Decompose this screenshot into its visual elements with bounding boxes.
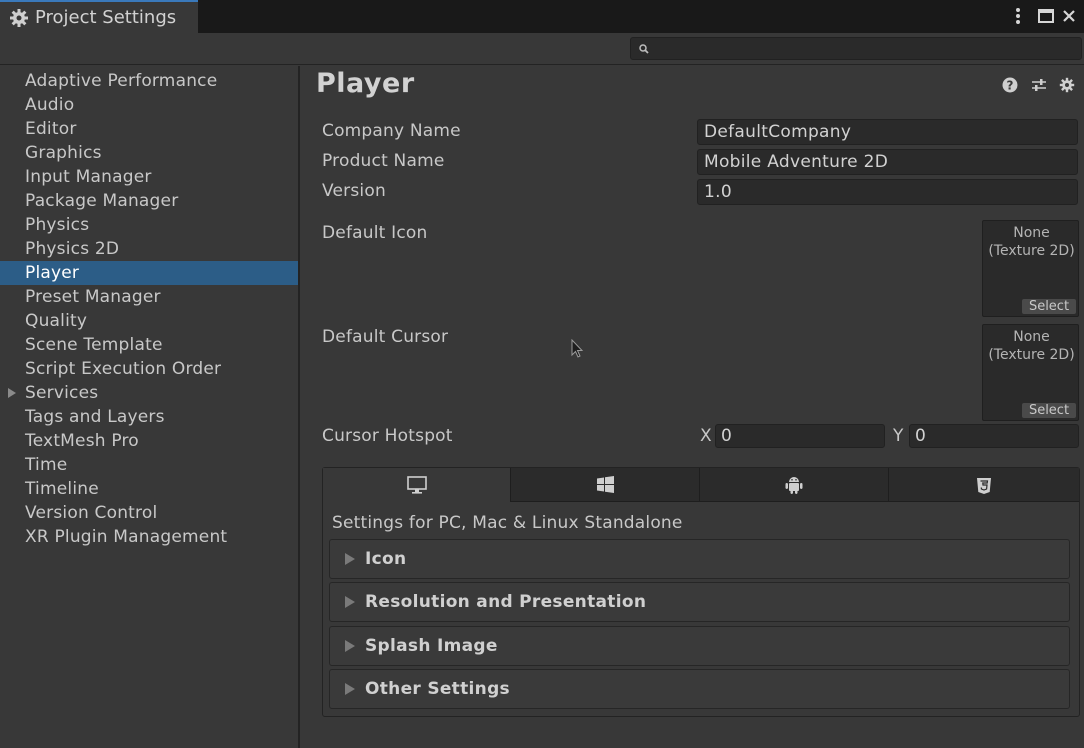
page-title: Player: [316, 68, 415, 99]
sidebar-item-version-control[interactable]: Version Control: [0, 501, 298, 525]
project-settings-tab[interactable]: Project Settings: [0, 0, 198, 33]
more-options-icon[interactable]: [1008, 4, 1028, 28]
sidebar-item-textmesh-pro[interactable]: TextMesh Pro: [0, 429, 298, 453]
default-cursor-object-field[interactable]: None (Texture 2D) Select: [982, 324, 1079, 421]
company-name-field[interactable]: DefaultCompany: [697, 119, 1078, 145]
sidebar-item-player[interactable]: Player: [0, 261, 298, 285]
sidebar-item-time[interactable]: Time: [0, 453, 298, 477]
version-field[interactable]: 1.0: [697, 179, 1078, 205]
sidebar-item-timeline[interactable]: Timeline: [0, 477, 298, 501]
default-icon-object-field[interactable]: None (Texture 2D) Select: [982, 220, 1079, 317]
default-icon-label: Default Icon: [322, 223, 428, 243]
default-cursor-label: Default Cursor: [322, 327, 449, 347]
expand-arrow-icon: [345, 683, 355, 695]
settings-gear-icon[interactable]: [1058, 76, 1076, 94]
android-icon: [785, 476, 803, 494]
hotspot-y-label: Y: [893, 426, 904, 446]
product-name-label: Product Name: [322, 151, 445, 171]
expand-arrow-icon: [345, 640, 355, 652]
settings-sidebar: Adaptive Performance Audio Editor Graphi…: [0, 66, 300, 748]
hotspot-y-field[interactable]: 0: [909, 424, 1079, 448]
sidebar-item-services[interactable]: Services: [0, 381, 298, 405]
tab-windows[interactable]: [511, 468, 700, 502]
sidebar-item-package-manager[interactable]: Package Manager: [0, 189, 298, 213]
player-settings-panel: Player ? Company Name DefaultCompany Pro…: [302, 66, 1084, 748]
search-icon: [639, 44, 649, 54]
desktop-monitor-icon: [406, 476, 427, 494]
object-field-value: None (Texture 2D): [988, 225, 1075, 259]
section-splash-image[interactable]: Splash Image: [329, 626, 1070, 666]
preset-sliders-icon[interactable]: [1030, 76, 1048, 94]
tab-android[interactable]: [700, 468, 889, 502]
version-label: Version: [322, 181, 386, 201]
sidebar-item-physics[interactable]: Physics: [0, 213, 298, 237]
sidebar-item-physics-2d[interactable]: Physics 2D: [0, 237, 298, 261]
section-icon[interactable]: Icon: [329, 539, 1070, 579]
expand-arrow-icon: [345, 553, 355, 565]
search-toolbar: [0, 33, 1084, 65]
sidebar-item-preset-manager[interactable]: Preset Manager: [0, 285, 298, 309]
cursor-hotspot-label: Cursor Hotspot: [322, 426, 453, 446]
product-name-field[interactable]: Mobile Adventure 2D: [697, 149, 1078, 175]
window-title: Project Settings: [35, 7, 177, 28]
maximize-icon[interactable]: [1035, 4, 1057, 28]
platform-settings-box: Settings for PC, Mac & Linux Standalone …: [322, 467, 1080, 717]
hotspot-x-field[interactable]: 0: [715, 424, 885, 448]
object-field-value: None (Texture 2D): [988, 329, 1075, 363]
expand-arrow-icon: [345, 596, 355, 608]
svg-text:?: ?: [1007, 79, 1014, 93]
default-icon-select-button[interactable]: Select: [1022, 299, 1076, 314]
section-resolution-and-presentation[interactable]: Resolution and Presentation: [329, 582, 1070, 622]
sidebar-item-tags-and-layers[interactable]: Tags and Layers: [0, 405, 298, 429]
section-other-settings[interactable]: Other Settings: [329, 669, 1070, 709]
sidebar-item-audio[interactable]: Audio: [0, 93, 298, 117]
sidebar-item-xr-plugin-management[interactable]: XR Plugin Management: [0, 525, 298, 549]
sidebar-item-editor[interactable]: Editor: [0, 117, 298, 141]
help-icon[interactable]: ?: [1001, 76, 1019, 94]
expand-arrow-icon[interactable]: [8, 388, 16, 398]
tab-standalone[interactable]: [323, 468, 511, 502]
sidebar-item-quality[interactable]: Quality: [0, 309, 298, 333]
platform-caption: Settings for PC, Mac & Linux Standalone: [332, 513, 683, 533]
sidebar-item-graphics[interactable]: Graphics: [0, 141, 298, 165]
mouse-pointer-icon: [571, 339, 584, 358]
default-cursor-select-button[interactable]: Select: [1022, 403, 1076, 418]
sidebar-item-scene-template[interactable]: Scene Template: [0, 333, 298, 357]
hotspot-x-label: X: [700, 426, 712, 446]
settings-search-input[interactable]: [630, 37, 1082, 60]
close-icon[interactable]: [1058, 4, 1080, 28]
sidebar-item-script-execution-order[interactable]: Script Execution Order: [0, 357, 298, 381]
window-tab-bar: Project Settings: [0, 0, 1084, 33]
sidebar-item-input-manager[interactable]: Input Manager: [0, 165, 298, 189]
company-name-label: Company Name: [322, 121, 461, 141]
html5-icon: [977, 477, 991, 494]
windows-logo-icon: [596, 476, 614, 493]
tab-webgl[interactable]: [889, 468, 1079, 502]
sidebar-item-adaptive-performance[interactable]: Adaptive Performance: [0, 69, 298, 93]
gear-icon: [10, 8, 28, 27]
